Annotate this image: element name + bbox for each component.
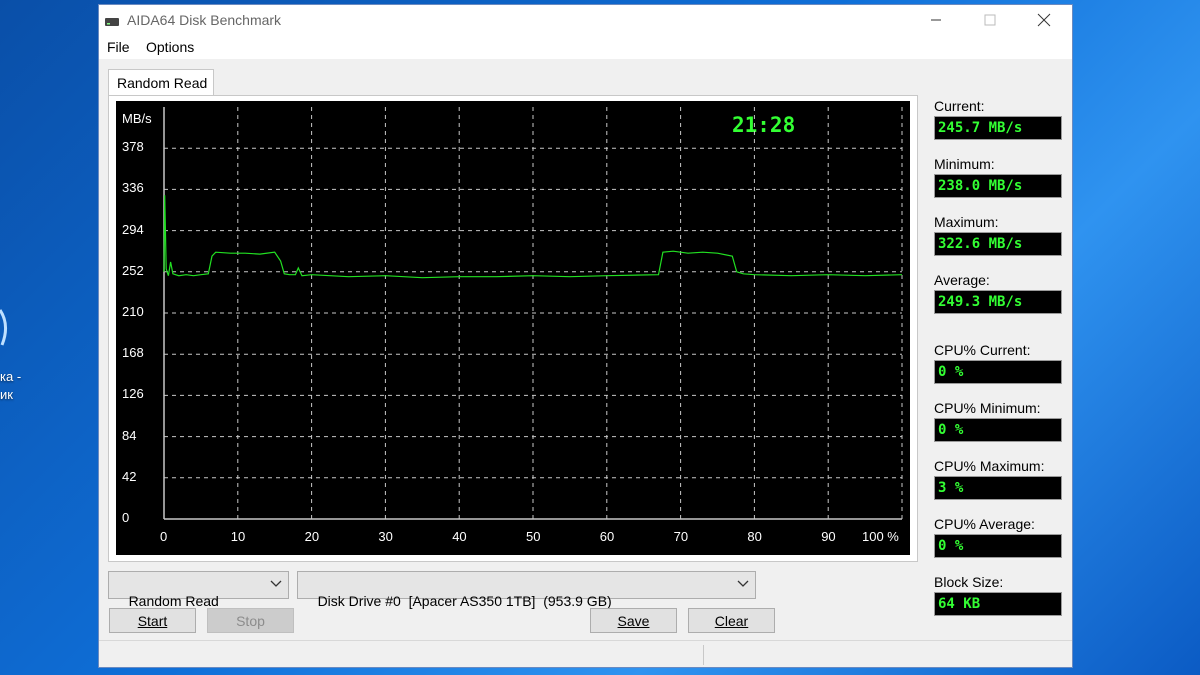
x-tick-label: 40 [452, 529, 467, 544]
x-tick-label: 70 [673, 529, 689, 544]
save-button[interactable]: Save [590, 608, 677, 633]
x-tick-label: 100 % [862, 529, 899, 544]
tab-random-read[interactable]: Random Read [108, 69, 214, 96]
cpupct-current-label: CPU% Current: [934, 342, 1031, 358]
status-divider [703, 645, 704, 665]
y-tick-label: 168 [122, 345, 144, 361]
cpupct-current-value: 0 % [934, 360, 1062, 384]
cpupct-maximum-value: 3 % [934, 476, 1062, 500]
y-tick-label: 0 [122, 510, 130, 525]
window-title: AIDA64 Disk Benchmark [127, 12, 282, 28]
cpupct-maximum-label: CPU% Maximum: [934, 458, 1045, 474]
x-tick-label: 80 [747, 529, 762, 544]
cpupct-average-label: CPU% Average: [934, 516, 1035, 532]
benchmark-chart: MB/s 21:28 378 336 294 252 210 168 126 84 42 0 0 10… [116, 101, 910, 555]
stop-label: Stop [236, 613, 265, 629]
close-icon [1037, 13, 1051, 27]
current-label: Current: [934, 98, 985, 114]
benchmark-window: AIDA64 Disk Benchmark File Options Rando… [98, 4, 1073, 668]
maximum-value: 322.6 MB/s [934, 232, 1062, 256]
chevron-down-icon [270, 580, 282, 587]
maximum-label: Maximum: [934, 214, 999, 230]
desktop-icon-label[interactable]: ка - ик [0, 368, 21, 404]
disk-drive-icon [105, 18, 119, 26]
x-tick-label: 10 [230, 529, 246, 544]
cpupct-minimum-label: CPU% Minimum: [934, 400, 1041, 416]
benchmark-plot [163, 107, 903, 520]
minimize-button[interactable] [913, 5, 959, 35]
x-tick-label: 50 [526, 529, 541, 544]
status-bar [99, 640, 1072, 667]
cpupct-minimum-value: 0 % [934, 418, 1062, 442]
y-tick-label: 336 [122, 180, 144, 196]
y-tick-label: 42 [122, 468, 137, 484]
menu-options[interactable]: Options [146, 39, 194, 55]
minimum-label: Minimum: [934, 156, 995, 172]
stop-button: Stop [207, 608, 294, 633]
x-tick-label: 0 [160, 529, 168, 544]
y-tick-label: 294 [122, 221, 144, 237]
test-type-value: Random Read [128, 593, 219, 609]
drive-value: Disk Drive #0 [Apacer AS350 1TB] (953.9 … [317, 593, 612, 609]
clear-button[interactable]: Clear [688, 608, 775, 633]
chart-panel: MB/s 21:28 378 336 294 252 210 168 126 84 42 0 0 10… [108, 95, 918, 562]
clear-label: Clear [714, 613, 749, 629]
minimize-icon [931, 19, 941, 21]
cpupct-average-value: 0 % [934, 534, 1062, 558]
desktop-icon[interactable] [0, 300, 14, 350]
average-label: Average: [934, 272, 990, 288]
start-label: Start [137, 613, 168, 629]
maximize-button [967, 5, 1013, 35]
maximize-icon [984, 14, 996, 26]
x-tick-label: 90 [821, 529, 836, 544]
y-tick-label: 126 [122, 386, 144, 402]
save-label: Save [617, 613, 650, 629]
block-size-label: Block Size: [934, 574, 1004, 590]
chevron-down-icon [737, 580, 749, 587]
x-tick-label: 20 [304, 529, 320, 544]
y-tick-label: 84 [122, 427, 137, 443]
x-tick-label: 30 [378, 529, 393, 544]
current-value: 245.7 MB/s [934, 116, 1062, 140]
drive-select[interactable]: Disk Drive #0 [Apacer AS350 1TB] (953.9 … [297, 571, 756, 609]
start-button[interactable]: Start [109, 608, 196, 633]
title-bar[interactable]: AIDA64 Disk Benchmark [99, 5, 1072, 35]
y-tick-label: 210 [122, 304, 144, 319]
y-tick-label: 378 [122, 139, 144, 155]
block-size-value: 64 KB [934, 592, 1062, 616]
menu-bar: File Options [99, 35, 1072, 59]
menu-file[interactable]: File [107, 39, 130, 55]
x-tick-label: 60 [599, 529, 615, 544]
y-tick-label: 252 [122, 262, 144, 278]
close-button[interactable] [1021, 5, 1067, 35]
minimum-value: 238.0 MB/s [934, 174, 1062, 198]
test-type-select[interactable]: Random Read [108, 571, 289, 609]
average-value: 249.3 MB/s [934, 290, 1062, 314]
